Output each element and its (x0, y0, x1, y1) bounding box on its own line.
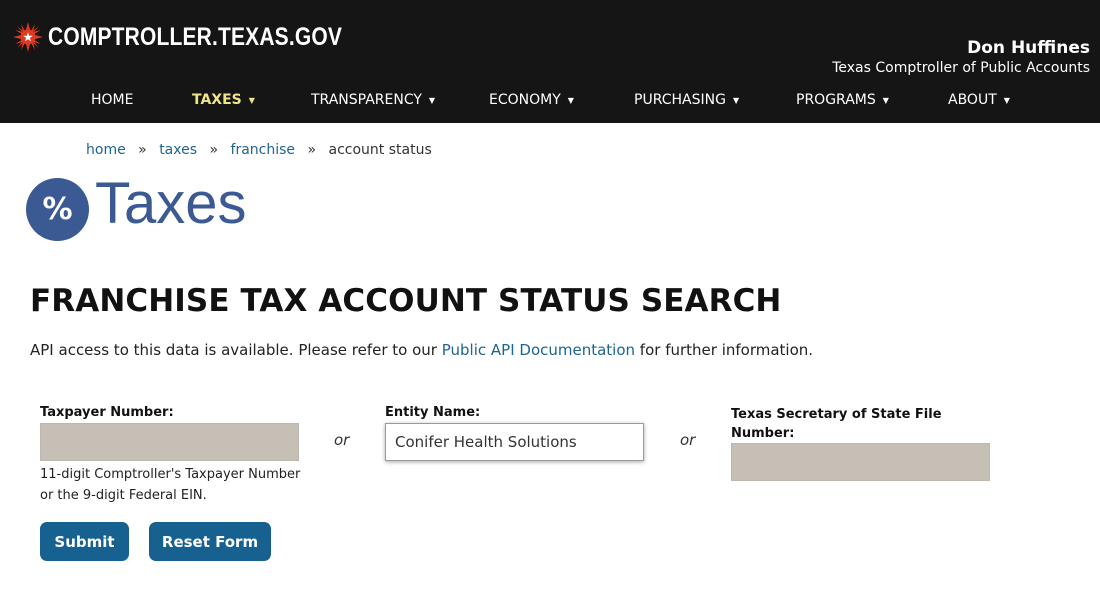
caret-down-icon: ▼ (1003, 95, 1010, 105)
official-title: Texas Comptroller of Public Accounts (832, 60, 1090, 76)
breadcrumb: home » taxes » franchise » account statu… (86, 142, 432, 158)
nav-item-transparency[interactable]: TRANSPARENCY ▼ (311, 92, 435, 108)
taxpayer-number-label: Taxpayer Number: (40, 405, 174, 420)
caret-down-icon: ▼ (428, 95, 436, 105)
nav-item-economy[interactable]: ECONOMY ▼ (489, 92, 574, 108)
reset-form-button[interactable]: Reset Form (149, 522, 271, 561)
nav-item-about[interactable]: ABOUT ▼ (948, 92, 1010, 108)
caret-down-icon: ▼ (248, 95, 255, 105)
site-header: COMPTROLLER.TEXAS.GOV Don Huffines Texas… (0, 0, 1100, 123)
nav-item-label: TRANSPARENCY (311, 92, 422, 108)
sos-label-line: Number: (731, 426, 795, 441)
or-separator: or (334, 431, 350, 449)
sos-file-number-input[interactable] (731, 443, 990, 481)
official-name: Don Huffines (967, 38, 1090, 58)
section-title: Taxes (95, 171, 247, 236)
sos-label-line: Texas Secretary of State File (731, 407, 942, 422)
taxpayer-number-input[interactable] (40, 423, 299, 461)
or-separator: or (680, 431, 696, 449)
intro-text-after: for further information. (635, 341, 814, 359)
breadcrumb-link-franchise[interactable]: franchise (231, 142, 296, 158)
breadcrumb-separator: » (209, 142, 219, 158)
nav-item-taxes[interactable]: TAXES ▼ (192, 92, 255, 108)
submit-button[interactable]: Submit (40, 522, 129, 561)
nav-item-home[interactable]: HOME (91, 92, 133, 108)
taxpayer-number-help: 11-digit Comptroller's Taxpayer Number o… (40, 464, 310, 506)
taxpayer-help-line: 11-digit Comptroller's Taxpayer Number (40, 467, 301, 482)
nav-item-label: PURCHASING (634, 92, 726, 108)
site-logo[interactable]: COMPTROLLER.TEXAS.GOV (13, 22, 398, 52)
caret-down-icon: ▼ (882, 95, 889, 105)
breadcrumb-current: account status (328, 142, 432, 158)
sos-file-number-label: Texas Secretary of State File Number: (731, 405, 942, 443)
nav-item-label: ABOUT (948, 92, 997, 108)
nav-item-label: ECONOMY (489, 92, 561, 108)
entity-name-input[interactable] (385, 423, 644, 461)
texas-star-icon (13, 22, 43, 52)
caret-down-icon: ▼ (732, 95, 740, 105)
breadcrumb-separator: » (307, 142, 317, 158)
nav-item-label: PROGRAMS (796, 92, 876, 108)
breadcrumb-link-home[interactable]: home (86, 142, 126, 158)
intro-text: API access to this data is available. Pl… (30, 341, 813, 359)
taxpayer-help-line: or the 9-digit Federal EIN. (40, 488, 207, 503)
breadcrumb-separator: » (138, 142, 147, 158)
nav-item-purchasing[interactable]: PURCHASING ▼ (634, 92, 739, 108)
nav-item-label: TAXES (192, 92, 242, 108)
breadcrumb-link-taxes[interactable]: taxes (159, 142, 197, 158)
nav-item-programs[interactable]: PROGRAMS ▼ (796, 92, 889, 108)
percent-icon: % (26, 178, 89, 241)
intro-text-before: API access to this data is available. Pl… (30, 341, 442, 359)
entity-name-label: Entity Name: (385, 405, 481, 420)
api-docs-link[interactable]: Public API Documentation (442, 341, 635, 359)
nav-item-label: HOME (91, 92, 134, 108)
caret-down-icon: ▼ (567, 95, 574, 105)
page-title: FRANCHISE TAX ACCOUNT STATUS SEARCH (30, 283, 782, 319)
main-nav: HOME TAXES ▼ TRANSPARENCY ▼ ECONOMY ▼ PU… (0, 92, 1100, 110)
site-logo-text: COMPTROLLER.TEXAS.GOV (48, 22, 343, 51)
